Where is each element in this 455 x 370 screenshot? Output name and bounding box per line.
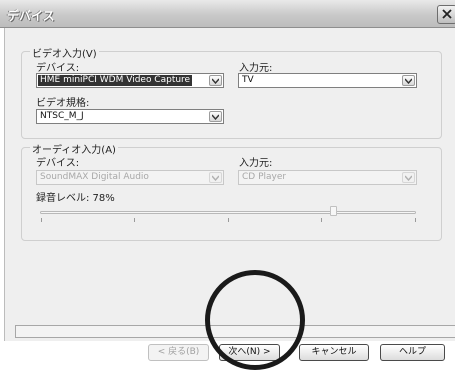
audio-input-source-dropdown-button[interactable]	[402, 172, 415, 183]
video-standard-select[interactable]: NTSC_M_J	[36, 109, 224, 124]
video-standard-label: ビデオ規格:	[36, 98, 90, 109]
audio-device-select[interactable]: SoundMAX Digital Audio	[36, 170, 224, 185]
video-standard-value: NTSC_M_J	[40, 111, 84, 121]
video-device-label: デバイス:	[36, 63, 80, 74]
slider-tick	[228, 218, 229, 222]
title-bar: デバイス	[0, 0, 455, 28]
audio-input-source-select[interactable]: CD Player	[238, 170, 417, 185]
chevron-down-icon	[212, 175, 219, 181]
recording-level-thumb[interactable]	[329, 206, 337, 216]
recording-level-label: 録音レベル: 78%	[36, 193, 115, 204]
close-icon	[442, 9, 452, 19]
video-input-source-label: 入力元:	[239, 63, 273, 74]
recording-level-track[interactable]	[40, 211, 416, 214]
video-device-value: HME miniPCI WDM Video Capture	[38, 75, 193, 86]
video-device-select[interactable]: HME miniPCI WDM Video Capture	[36, 73, 224, 88]
audio-input-source-label: 入力元:	[239, 158, 273, 169]
video-input-source-select[interactable]: TV	[238, 73, 417, 88]
close-button[interactable]	[437, 5, 455, 24]
window-title: デバイス	[7, 9, 55, 23]
dialog-client-area: ビデオ入力(V) デバイス: HME miniPCI WDM Video Cap…	[4, 28, 455, 361]
video-input-legend: ビデオ入力(V)	[30, 45, 99, 60]
help-button[interactable]: ヘルプ	[380, 344, 445, 361]
next-button[interactable]: 次へ(N) >	[219, 344, 280, 361]
audio-input-source-value: CD Player	[242, 172, 287, 182]
slider-tick	[134, 218, 135, 222]
video-input-source-dropdown-button[interactable]	[402, 75, 415, 86]
video-standard-dropdown-button[interactable]	[209, 111, 222, 122]
video-input-source-value: TV	[242, 75, 254, 85]
chevron-down-icon	[212, 78, 219, 84]
audio-device-dropdown-button[interactable]	[209, 172, 222, 183]
chevron-down-icon	[405, 175, 412, 181]
progress-bar	[15, 325, 455, 338]
chevron-down-icon	[212, 114, 219, 120]
audio-device-label: デバイス:	[36, 158, 80, 169]
slider-tick	[41, 218, 42, 222]
back-button[interactable]: < 戻る(B)	[148, 344, 209, 361]
video-device-dropdown-button[interactable]	[209, 75, 222, 86]
slider-tick	[321, 218, 322, 222]
slider-tick	[415, 218, 416, 222]
audio-device-value: SoundMAX Digital Audio	[40, 172, 149, 182]
cancel-button[interactable]: キャンセル	[299, 344, 369, 361]
chevron-down-icon	[405, 78, 412, 84]
